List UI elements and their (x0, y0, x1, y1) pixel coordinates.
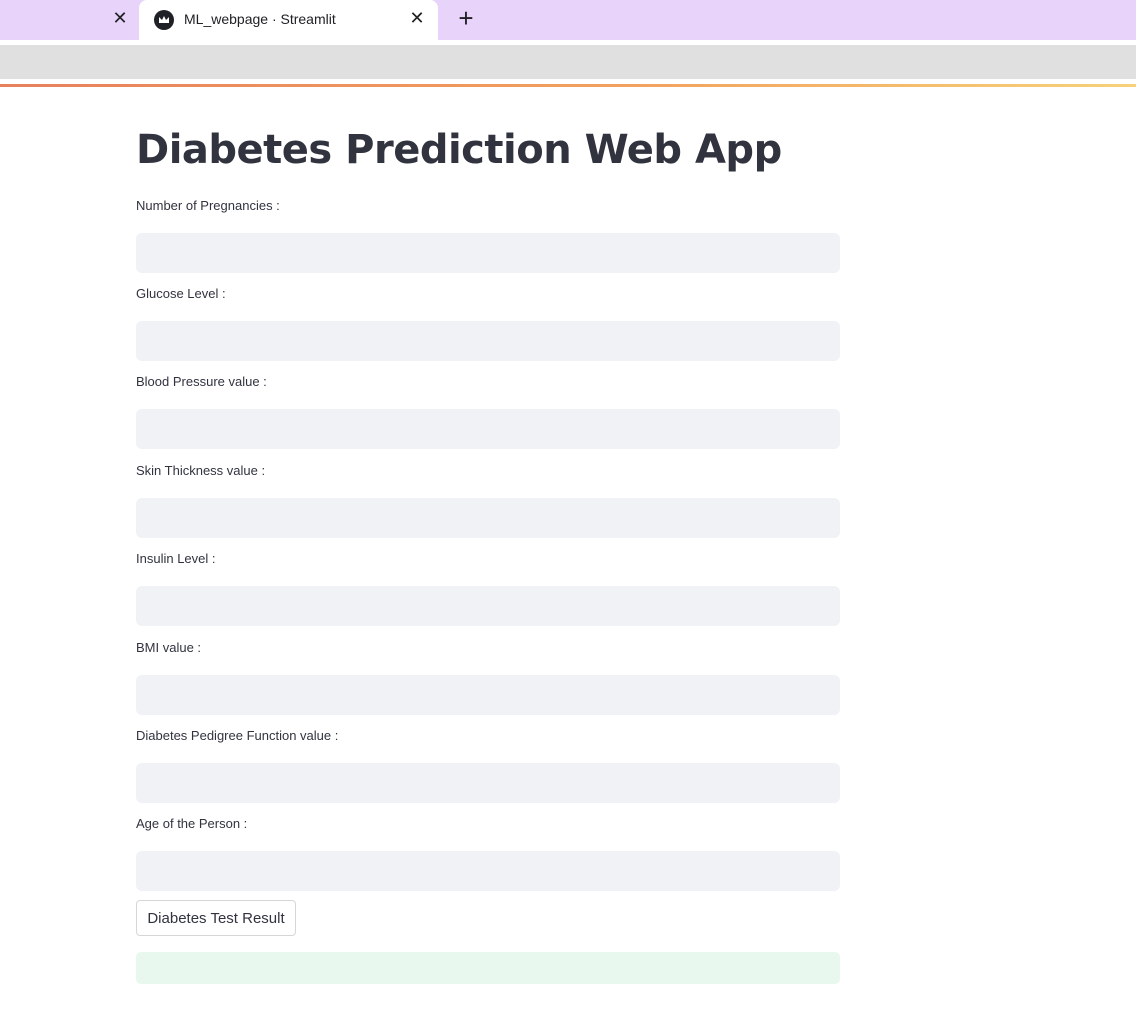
blood-pressure-input[interactable] (136, 409, 840, 449)
tab-close-icon[interactable]: ✕ (407, 8, 427, 28)
insulin-input[interactable] (136, 586, 840, 626)
glucose-input[interactable] (136, 321, 840, 361)
pedigree-input[interactable] (136, 763, 840, 803)
pregnancies-field: Number of Pregnancies : (136, 198, 840, 273)
skin-thickness-field: Skin Thickness value : (136, 463, 840, 538)
result-success-box (136, 952, 840, 984)
page-title: Diabetes Prediction Web App (136, 127, 782, 173)
new-tab-plus-icon[interactable]: + (454, 3, 478, 33)
bmi-field: BMI value : (136, 640, 840, 715)
pedigree-label: Diabetes Pedigree Function value : (136, 728, 339, 743)
browser-tab-strip: ✕ ML_webpage · Streamlit ✕ + (0, 0, 1136, 40)
blood-pressure-field: Blood Pressure value : (136, 374, 840, 449)
streamlit-crown-icon (154, 10, 174, 30)
skin-thickness-input[interactable] (136, 498, 840, 538)
blood-pressure-label: Blood Pressure value : (136, 374, 267, 389)
skin-thickness-label: Skin Thickness value : (136, 463, 266, 478)
age-label: Age of the Person : (136, 816, 248, 831)
tab-title: ML_webpage · Streamlit (184, 11, 336, 27)
previous-tab-close-icon[interactable]: ✕ (110, 8, 130, 28)
age-input[interactable] (136, 851, 840, 891)
glucose-field: Glucose Level : (136, 286, 840, 361)
insulin-field: Insulin Level : (136, 551, 840, 626)
bmi-label: BMI value : (136, 640, 202, 655)
diabetes-test-result-button[interactable]: Diabetes Test Result (136, 900, 296, 936)
bmi-input[interactable] (136, 675, 840, 715)
pregnancies-label: Number of Pregnancies : (136, 198, 280, 213)
pregnancies-input[interactable] (136, 233, 840, 273)
glucose-label: Glucose Level : (136, 286, 226, 301)
active-tab[interactable]: ML_webpage · Streamlit ✕ (139, 0, 438, 40)
browser-toolbar (0, 45, 1136, 79)
pedigree-field: Diabetes Pedigree Function value : (136, 728, 840, 803)
insulin-label: Insulin Level : (136, 551, 216, 566)
streamlit-decoration-bar (0, 84, 1136, 87)
age-field: Age of the Person : (136, 816, 840, 891)
